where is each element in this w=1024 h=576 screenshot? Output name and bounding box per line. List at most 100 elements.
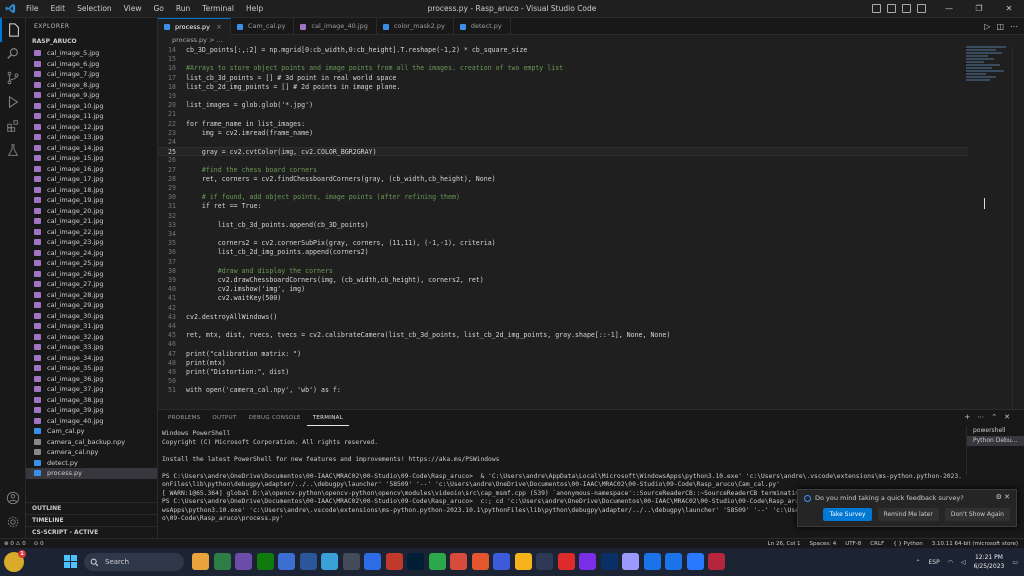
taskbar-app-icon[interactable] — [299, 553, 317, 570]
file-item[interactable]: cal_image_23.jpg — [26, 237, 157, 248]
code-line[interactable]: 14 cb_3D_points[:,:2] = np.mgrid[0:cb_wid… — [158, 46, 968, 55]
code-line[interactable]: 15 — [158, 55, 968, 64]
panel-tab-terminal[interactable]: TERMINAL — [306, 411, 350, 426]
code-line[interactable]: 49 print("Distortion:", dist) — [158, 368, 968, 377]
outline-section[interactable]: OUTLINE — [26, 502, 157, 514]
editor-tab[interactable]: process.py × — [158, 18, 231, 35]
file-item[interactable]: cal_image_30.jpg — [26, 311, 157, 322]
code-line[interactable]: 16 #Arrays to store object points and ima… — [158, 64, 968, 73]
toggle-sidebar-icon[interactable] — [872, 4, 881, 13]
file-item[interactable]: camera_cal_backup.npy — [26, 437, 157, 448]
file-item[interactable]: cal_image_32.jpg — [26, 332, 157, 343]
accounts-icon[interactable] — [0, 486, 26, 510]
file-item[interactable]: cal_image_5.jpg — [26, 48, 157, 59]
timeline-section[interactable]: TIMELINE — [26, 514, 157, 526]
code-line[interactable]: 50 — [158, 377, 968, 386]
file-item[interactable]: camera_cal.npy — [26, 447, 157, 458]
code-line[interactable]: 39 cv2.drawChessboardCorners(img, (cb_wi… — [158, 276, 968, 285]
panel-more-icon[interactable]: ⋯ — [977, 413, 984, 421]
taskbar-app-icon[interactable] — [514, 553, 532, 570]
code-line[interactable]: 37 — [158, 258, 968, 267]
file-item[interactable]: cal_image_10.jpg — [26, 101, 157, 112]
menu-run[interactable]: Run — [170, 0, 196, 18]
code-line[interactable]: 40 cv2.imshow('img', img) — [158, 285, 968, 294]
taskbar-app-icon[interactable] — [213, 553, 231, 570]
terminal-python-debug[interactable]: Python Debu... — [967, 436, 1024, 446]
taskbar-app-icon[interactable] — [643, 553, 661, 570]
customize-layout-icon[interactable] — [917, 4, 926, 13]
file-item[interactable]: cal_image_19.jpg — [26, 195, 157, 206]
taskbar-app-icon[interactable] — [278, 553, 295, 570]
code-line[interactable]: 47 print("calibration matrix: ") — [158, 350, 968, 359]
start-button[interactable] — [64, 555, 77, 568]
code-line[interactable]: 26 — [158, 156, 968, 165]
clock[interactable]: 12:21 PM 6/25/2023 — [974, 553, 1005, 571]
panel-tab-debug-console[interactable]: DEBUG CONSOLE — [243, 410, 307, 426]
code-line[interactable]: 44 — [158, 322, 968, 331]
code-line[interactable]: 27 #find the chess board corners — [158, 166, 968, 175]
file-item[interactable]: cal_image_17.jpg — [26, 174, 157, 185]
editor-scrollbar[interactable] — [1012, 46, 1024, 409]
code-line[interactable]: 17 list_cb_3d_points = [] # 3d point in r… — [158, 74, 968, 83]
remind-later-button[interactable]: Remind Me later — [877, 508, 939, 521]
testing-icon[interactable] — [0, 138, 26, 162]
taskbar-app-icon[interactable] — [450, 553, 467, 570]
panel-tab-problems[interactable]: PROBLEMS — [162, 410, 206, 426]
menu-edit[interactable]: Edit — [45, 0, 72, 18]
close-panel-icon[interactable]: ✕ — [1004, 413, 1010, 421]
toggle-panel-icon[interactable] — [887, 4, 896, 13]
file-item[interactable]: cal_image_22.jpg — [26, 227, 157, 238]
taskbar-app-icon[interactable] — [235, 553, 252, 570]
taskbar-app-icon[interactable] — [471, 553, 489, 570]
code-line[interactable]: 28 ret, corners = cv2.findChessboardCorn… — [158, 175, 968, 184]
file-item[interactable]: cal_image_31.jpg — [26, 321, 157, 332]
taskbar-app-icon[interactable] — [686, 553, 704, 570]
code-line[interactable]: 24 — [158, 138, 968, 147]
widgets-icon[interactable]: 1 — [4, 550, 26, 572]
file-item[interactable]: cal_image_15.jpg — [26, 153, 157, 164]
close-tab-icon[interactable]: × — [216, 19, 222, 36]
file-item[interactable]: cal_image_21.jpg — [26, 216, 157, 227]
file-item[interactable]: cal_image_36.jpg — [26, 374, 157, 385]
file-item[interactable]: cal_image_13.jpg — [26, 132, 157, 143]
minimize-button[interactable]: — — [934, 0, 964, 18]
maximize-panel-icon[interactable]: ⌃ — [991, 413, 997, 421]
file-item[interactable]: cal_image_12.jpg — [26, 122, 157, 133]
dont-show-again-button[interactable]: Don't Show Again — [944, 508, 1010, 521]
code-line[interactable]: 46 — [158, 340, 968, 349]
wifi-icon[interactable]: ◠ — [948, 559, 953, 566]
run-python-icon[interactable]: ▷ — [984, 22, 990, 31]
explorer-icon[interactable] — [0, 18, 26, 42]
file-item[interactable]: cal_image_14.jpg — [26, 143, 157, 154]
file-item[interactable]: Cam_cal.py — [26, 426, 157, 437]
taskbar-app-icon[interactable] — [708, 553, 725, 570]
code-line[interactable]: 25 gray = cv2.cvtColor(img, cv2.COLOR_BG… — [158, 147, 968, 157]
file-item[interactable]: cal_image_25.jpg — [26, 258, 157, 269]
code-line[interactable]: 32 — [158, 212, 968, 221]
notification-close-icon[interactable]: ✕ — [1004, 493, 1010, 501]
taskbar-app-icon[interactable] — [428, 553, 446, 570]
code-line[interactable]: 38 #draw and display the corners — [158, 267, 968, 276]
extensions-icon[interactable] — [0, 114, 26, 138]
volume-icon[interactable]: ◁ — [961, 559, 966, 566]
taskbar-app-icon[interactable] — [665, 553, 682, 570]
split-editor-icon[interactable]: ◫ — [996, 22, 1004, 31]
editor-tab[interactable]: Cam_cal.py — [231, 18, 295, 35]
file-item[interactable]: cal_image_6.jpg — [26, 59, 157, 70]
taskbar-app-icon[interactable] — [364, 553, 381, 570]
code-line[interactable]: 42 — [158, 304, 968, 313]
project-folder[interactable]: RASP_ARUCO — [26, 36, 157, 48]
more-actions-icon[interactable]: ⋯ — [1010, 22, 1018, 31]
file-item[interactable]: cal_image_39.jpg — [26, 405, 157, 416]
code-line[interactable]: 41 cv2.waitKey(500) — [158, 294, 968, 303]
code-line[interactable]: 31 if ret == True: — [158, 202, 968, 211]
tray-chevron-icon[interactable]: ⌃ — [915, 559, 920, 566]
code-line[interactable]: 35 corners2 = cv2.cornerSubPix(gray, cor… — [158, 239, 968, 248]
code-line[interactable]: 48 print(mtx) — [158, 359, 968, 368]
code-line[interactable]: 22 for frame_name in list_images: — [158, 120, 968, 129]
code-line[interactable]: 19 — [158, 92, 968, 101]
maximize-button[interactable]: ❐ — [964, 0, 994, 18]
code-line[interactable]: 45 ret, mtx, dist, rvecs, tvecs = cv2.cal… — [158, 331, 968, 340]
taskbar-app-icon[interactable] — [557, 553, 575, 570]
toggle-secondary-sidebar-icon[interactable] — [902, 4, 911, 13]
